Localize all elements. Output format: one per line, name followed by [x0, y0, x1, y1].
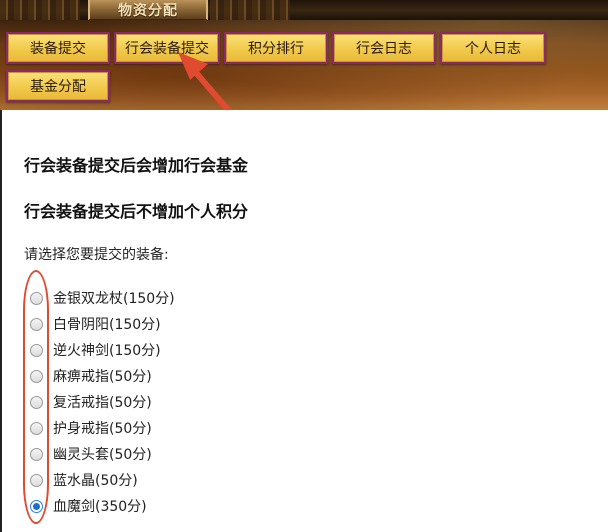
option-label: 金银双龙杖(150分) — [53, 291, 175, 307]
radio-button[interactable] — [30, 369, 43, 383]
equipment-option[interactable]: 血魔剑(350分) — [30, 495, 147, 517]
info-line-points: 行会装备提交后不增加个人积分 — [24, 202, 249, 221]
radio-button[interactable] — [30, 421, 43, 435]
option-label: 复活戒指(50分) — [53, 395, 152, 411]
radio-button[interactable] — [30, 317, 43, 331]
radio-button[interactable] — [30, 499, 43, 513]
radio-button[interactable] — [30, 395, 43, 409]
option-label: 护身戒指(50分) — [53, 421, 152, 437]
equipment-option[interactable]: 白骨阴阳(150分) — [30, 313, 161, 335]
equipment-prompt: 请选择您要提交的装备: — [24, 247, 169, 263]
option-label: 蓝水晶(50分) — [53, 473, 138, 489]
option-label: 麻痹戒指(50分) — [53, 369, 152, 385]
equipment-option[interactable]: 麻痹戒指(50分) — [30, 365, 152, 387]
option-label: 血魔剑(350分) — [53, 499, 147, 515]
equipment-option[interactable]: 逆火神剑(150分) — [30, 339, 161, 361]
equipment-option[interactable]: 金银双龙杖(150分) — [30, 287, 175, 309]
equipment-option[interactable]: 复活戒指(50分) — [30, 391, 152, 413]
radio-button[interactable] — [30, 473, 43, 487]
info-line-fund: 行会装备提交后会增加行会基金 — [24, 156, 249, 175]
radio-button[interactable] — [30, 343, 43, 357]
equipment-option[interactable]: 护身戒指(50分) — [30, 417, 152, 439]
radio-button[interactable] — [30, 447, 43, 461]
radio-button[interactable] — [30, 291, 43, 305]
option-label: 白骨阴阳(150分) — [53, 317, 161, 333]
equipment-option[interactable]: 蓝水晶(50分) — [30, 469, 138, 491]
option-label: 幽灵头套(50分) — [53, 447, 152, 463]
option-label: 逆火神剑(150分) — [53, 343, 161, 359]
equipment-option[interactable]: 幽灵头套(50分) — [30, 443, 152, 465]
